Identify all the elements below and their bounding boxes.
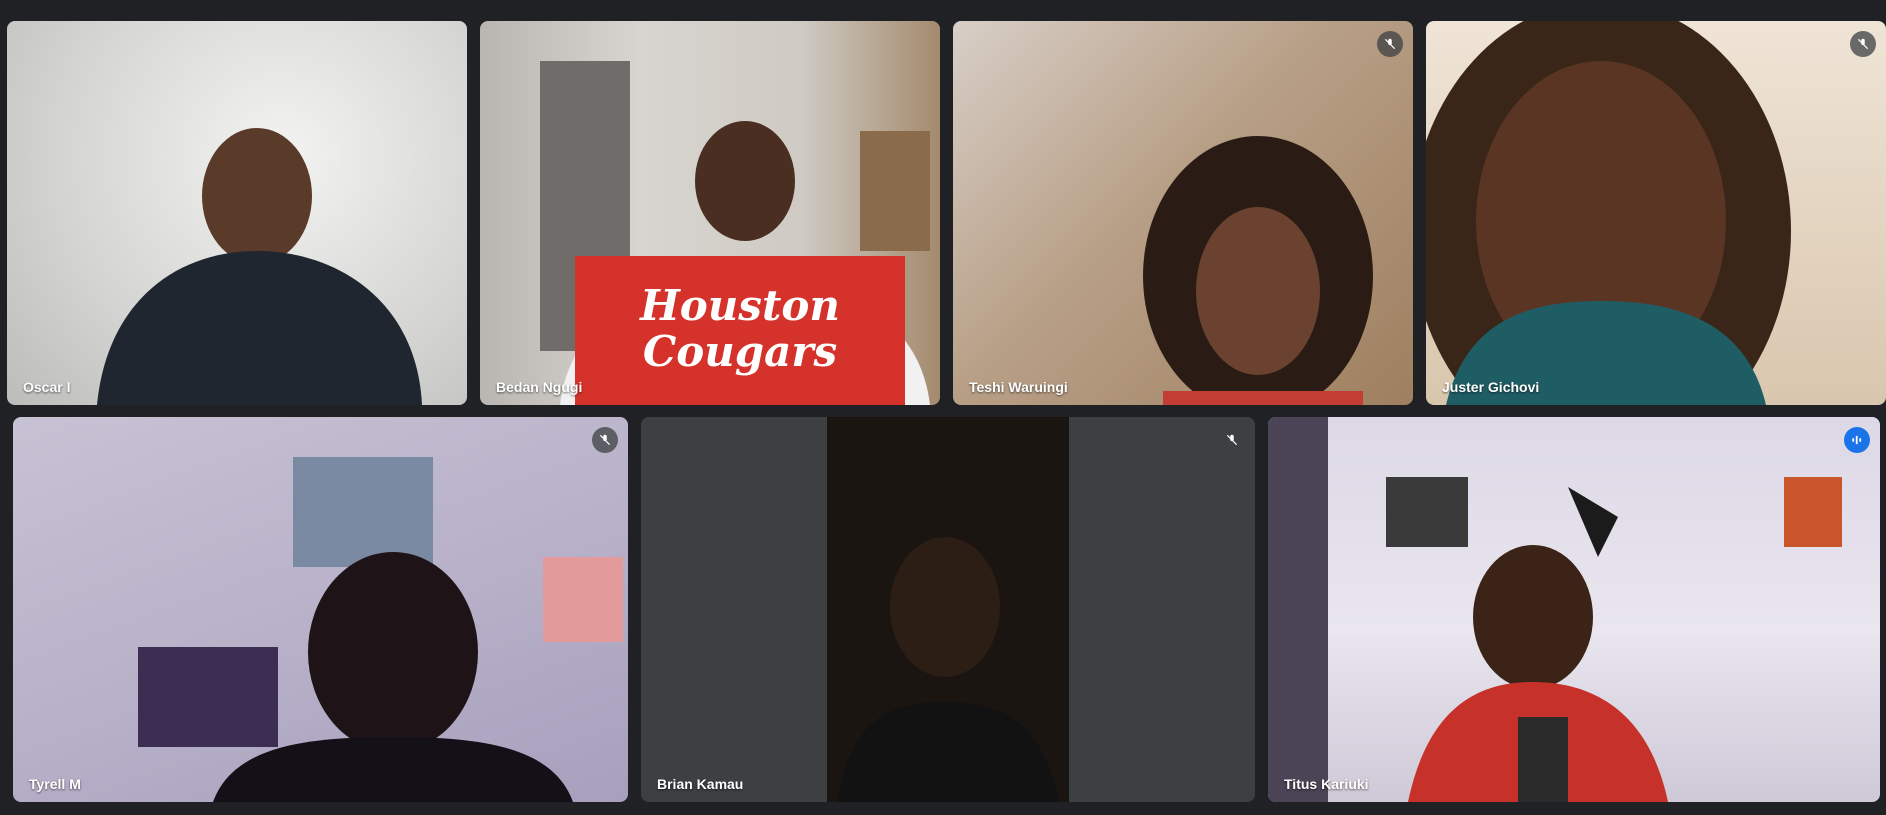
participant-name: Juster Gichovi: [1442, 379, 1540, 395]
audio-level-icon: [1844, 427, 1870, 453]
houston-cougars-banner: Houston Cougars: [640, 281, 840, 376]
video-feed: [13, 417, 628, 802]
video-feed: [1426, 21, 1886, 405]
participant-tile-bedan[interactable]: Houston Cougars Bedan Ngugi: [480, 21, 940, 405]
participant-tile-brian[interactable]: Brian Kamau: [641, 417, 1255, 802]
person-silhouette: [1143, 136, 1373, 405]
participant-name: Brian Kamau: [657, 776, 744, 792]
video-feed: [641, 417, 1255, 802]
participant-tile-oscar[interactable]: Oscar I: [7, 21, 467, 405]
mic-off-icon: [1377, 31, 1403, 57]
video-feed: [953, 21, 1413, 405]
participant-tile-titus[interactable]: Titus Kariuki: [1268, 417, 1880, 802]
participant-name: Titus Kariuki: [1284, 776, 1369, 792]
person-silhouette: [1426, 21, 1791, 405]
participant-name: Oscar I: [23, 379, 71, 395]
participant-tile-juster[interactable]: Juster Gichovi: [1426, 21, 1886, 405]
participant-name: Teshi Waruingi: [969, 379, 1068, 395]
video-feed: [7, 21, 467, 405]
person-video: [827, 417, 1069, 802]
video-feed: [1268, 417, 1880, 802]
participant-tile-tyrell[interactable]: Tyrell M: [13, 417, 628, 802]
person-silhouette: [138, 457, 623, 802]
person-silhouette: [1268, 417, 1842, 802]
participant-name: Tyrell M: [29, 776, 81, 792]
mic-off-icon: [1219, 427, 1245, 453]
mic-off-icon: [592, 427, 618, 453]
mic-off-icon: [1850, 31, 1876, 57]
participant-name: Bedan Ngugi: [496, 379, 583, 395]
participant-tile-teshi[interactable]: Teshi Waruingi: [953, 21, 1413, 405]
person-silhouette: [97, 128, 422, 405]
